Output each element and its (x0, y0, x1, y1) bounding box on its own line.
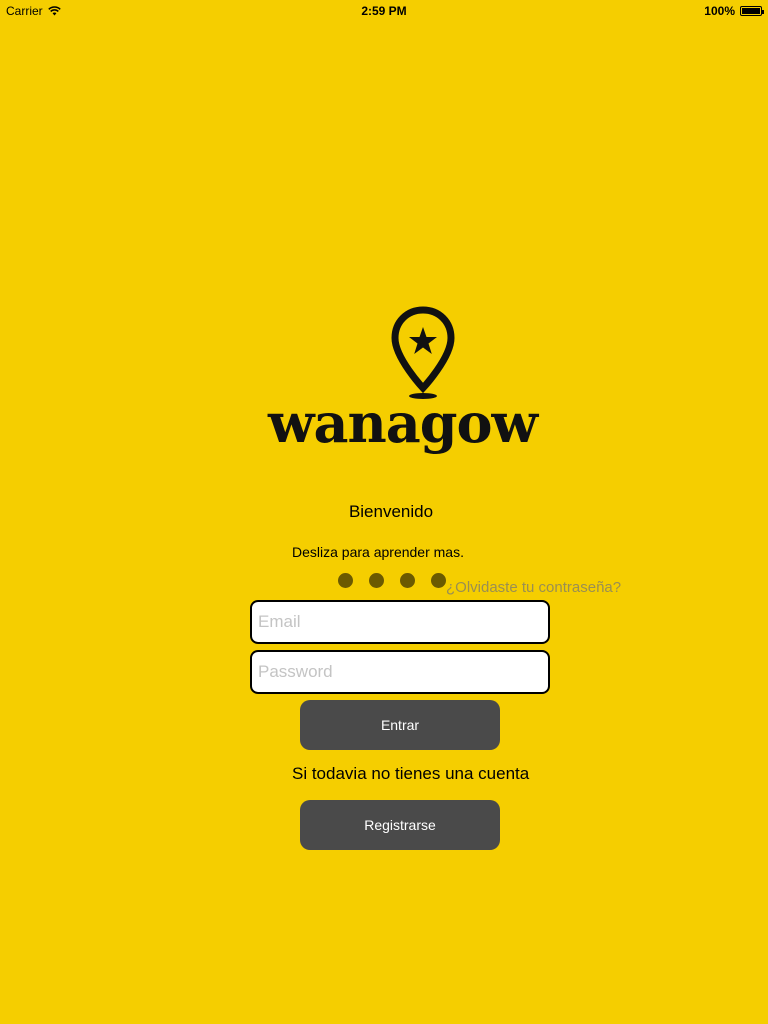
welcome-title: Bienvenido (348, 502, 434, 521)
email-field[interactable] (250, 600, 550, 644)
status-time: 2:59 PM (361, 4, 407, 18)
register-prompt: Si todavia no tienes una cuenta (292, 764, 530, 783)
battery-icon (740, 6, 764, 16)
page-dot[interactable] (431, 573, 446, 588)
register-button[interactable]: Registrarse (300, 800, 500, 850)
page-dot[interactable] (369, 573, 384, 588)
status-bar: Carrier 2:59 PM 100% (0, 0, 768, 22)
login-button[interactable]: Entrar (300, 700, 500, 750)
forgot-password-link[interactable]: ¿Olvidaste tu contraseña? (446, 579, 621, 596)
password-field[interactable] (250, 650, 550, 694)
swipe-hint: Desliza para aprender mas. (292, 544, 464, 560)
battery-percent: 100% (704, 4, 735, 18)
logo-wordmark: wanagow (268, 391, 538, 455)
page-indicator[interactable] (338, 573, 446, 588)
page-dot[interactable] (400, 573, 415, 588)
battery-indicator: 100% (704, 4, 764, 18)
page-dot[interactable] (338, 573, 353, 588)
